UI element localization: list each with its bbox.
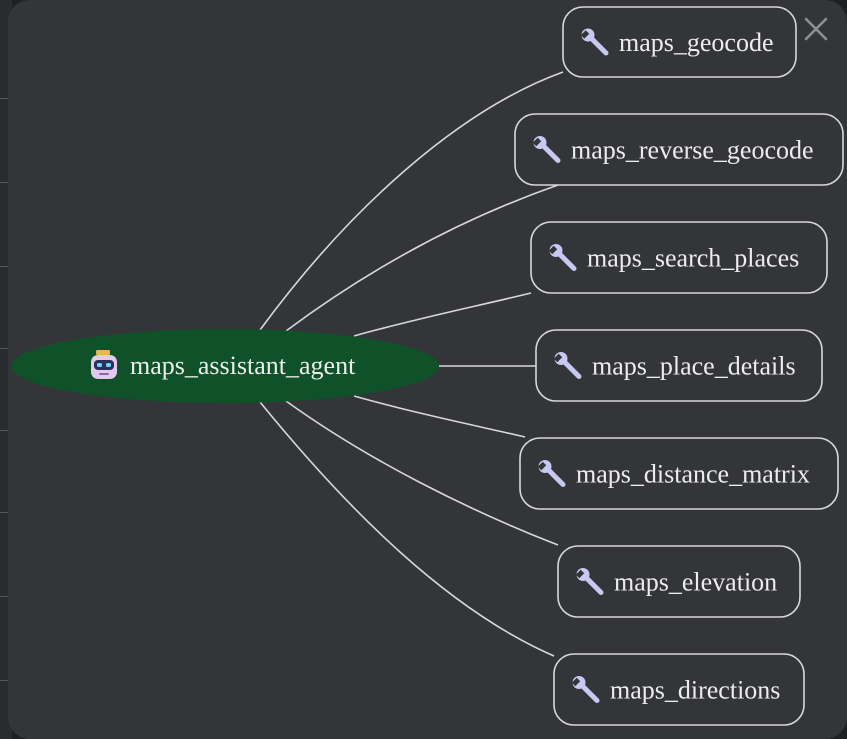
tool-node-maps-geocode[interactable]: maps_geocode xyxy=(562,6,797,78)
tool-node-maps-reverse-geocode[interactable]: maps_reverse_geocode xyxy=(514,113,844,186)
tool-nodes: maps_geocode maps_reverse_geocode maps_sea… xyxy=(514,6,844,726)
wrench-icon xyxy=(580,28,609,56)
wrench-icon xyxy=(575,568,604,595)
tool-node-maps-place-details[interactable]: maps_place_details xyxy=(535,329,823,402)
edge-maps-reverse-geocode xyxy=(285,184,559,332)
tool-node-label: maps_reverse_geocode xyxy=(571,136,814,165)
graph-modal: maps_assistant_agent maps_geocode maps_re… xyxy=(8,0,847,739)
tool-node-maps-elevation[interactable]: maps_elevation xyxy=(557,545,801,618)
tool-node-label: maps_search_places xyxy=(587,244,799,273)
tool-node-label: maps_elevation xyxy=(614,568,777,597)
wrench-icon xyxy=(537,460,566,487)
agent-node[interactable]: maps_assistant_agent xyxy=(11,329,439,403)
edge-maps-search-places xyxy=(353,292,532,337)
edge-maps-directions xyxy=(259,401,555,657)
wrench-icon xyxy=(553,352,582,379)
tool-node-label: maps_directions xyxy=(610,676,780,705)
tool-node-label: maps_geocode xyxy=(619,28,774,57)
wrench-icon xyxy=(571,676,600,703)
agent-tool-graph: maps_assistant_agent maps_geocode maps_re… xyxy=(11,6,844,726)
wrench-icon xyxy=(532,136,561,163)
edge-maps-distance-matrix xyxy=(353,395,526,438)
close-icon xyxy=(804,17,828,41)
agent-node-label: maps_assistant_agent xyxy=(130,351,356,380)
tool-node-label: maps_place_details xyxy=(592,352,796,381)
tool-node-maps-distance-matrix[interactable]: maps_distance_matrix xyxy=(519,437,839,510)
tool-node-label: maps_distance_matrix xyxy=(576,460,810,489)
edge-maps-elevation xyxy=(285,400,559,546)
wrench-icon xyxy=(548,244,577,271)
tool-node-maps-directions[interactable]: maps_directions xyxy=(553,653,805,726)
tool-node-maps-search-places[interactable]: maps_search_places xyxy=(530,221,828,294)
close-button[interactable] xyxy=(801,14,831,44)
